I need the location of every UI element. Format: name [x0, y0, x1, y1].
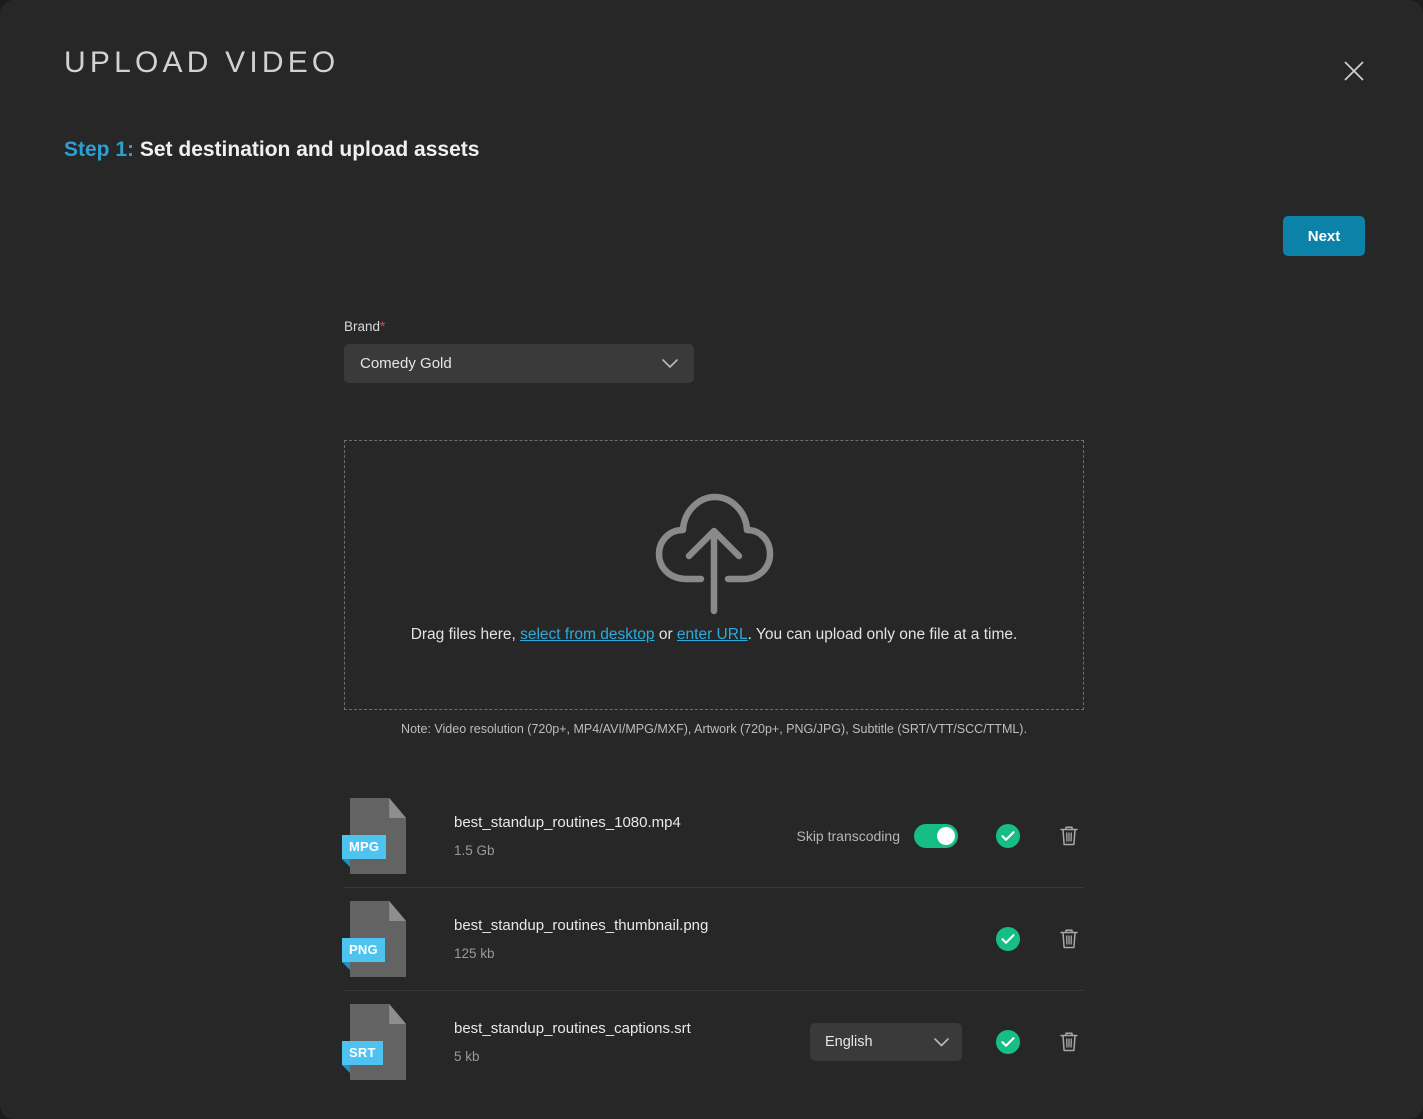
file-format-badge: MPG	[342, 835, 387, 859]
file-size: 5 kb	[454, 1049, 480, 1064]
skip-transcoding-label: Skip transcoding	[796, 828, 900, 844]
file-dropzone[interactable]: Drag files here, select from desktop or …	[344, 440, 1084, 710]
row-controls: Skip transcoding	[796, 824, 1084, 848]
file-format-badge: PNG	[342, 938, 385, 962]
page-title: UPLOAD VIDEO	[64, 46, 340, 79]
step-description: Set destination and upload assets	[139, 138, 480, 161]
dropzone-text-between: or	[654, 626, 677, 643]
close-icon	[1344, 61, 1364, 81]
skip-transcoding-toggle[interactable]	[914, 824, 958, 848]
brand-label: Brand*	[344, 319, 385, 334]
table-row: PNG best_standup_routines_thumbnail.png …	[342, 888, 1084, 991]
delete-file-button[interactable]	[1058, 824, 1080, 848]
trash-icon	[1060, 826, 1078, 846]
dropzone-text-after: . You can upload only one file at a time…	[747, 626, 1018, 643]
check-circle-icon	[1001, 934, 1015, 944]
close-button[interactable]	[1337, 54, 1371, 88]
brand-select[interactable]: Comedy Gold	[344, 344, 694, 383]
document-fold	[389, 901, 406, 921]
file-info: best_standup_routines_thumbnail.png 125 …	[454, 917, 996, 961]
status-badge	[996, 824, 1020, 848]
brand-label-text: Brand	[344, 319, 381, 334]
brand-select-value: Comedy Gold	[360, 355, 452, 372]
status-badge	[996, 1030, 1020, 1054]
delete-file-button[interactable]	[1058, 1030, 1080, 1054]
document-fold	[389, 798, 406, 818]
step-heading: Step 1: Set destination and upload asset…	[64, 136, 479, 164]
delete-file-button[interactable]	[1058, 927, 1080, 951]
row-controls: English	[810, 1023, 1084, 1061]
badge-fold	[342, 1065, 350, 1073]
row-controls	[996, 927, 1084, 951]
upload-video-modal: UPLOAD VIDEO Step 1: Set destination and…	[0, 0, 1423, 1119]
subtitle-language-value: English	[825, 1034, 873, 1050]
toggle-knob	[937, 827, 955, 845]
status-badge	[996, 927, 1020, 951]
check-circle-icon	[1001, 831, 1015, 841]
file-size: 1.5 Gb	[454, 843, 495, 858]
format-note: Note: Video resolution (720p+, MP4/AVI/M…	[401, 722, 1027, 736]
file-name: best_standup_routines_1080.mp4	[454, 814, 681, 831]
file-name: best_standup_routines_captions.srt	[454, 1020, 691, 1037]
badge-fold	[342, 962, 350, 970]
step-label: Step 1:	[64, 138, 135, 161]
file-size: 125 kb	[454, 946, 495, 961]
next-button[interactable]: Next	[1283, 216, 1365, 256]
badge-fold	[342, 859, 350, 867]
required-asterisk: *	[380, 319, 386, 334]
dropzone-instructions: Drag files here, select from desktop or …	[345, 626, 1083, 644]
cloud-upload-icon	[653, 489, 775, 620]
file-type-icon: SRT	[342, 1004, 406, 1080]
dropzone-text-before: Drag files here,	[410, 626, 521, 643]
subtitle-language-select[interactable]: English	[810, 1023, 962, 1061]
chevron-down-icon	[662, 358, 694, 369]
document-fold	[389, 1004, 406, 1024]
file-type-icon: PNG	[342, 901, 406, 977]
file-format-badge: SRT	[342, 1041, 383, 1065]
uploaded-file-list: MPG best_standup_routines_1080.mp4 1.5 G…	[342, 785, 1084, 1093]
chevron-down-icon	[934, 1037, 962, 1047]
trash-icon	[1060, 1032, 1078, 1052]
file-info: best_standup_routines_1080.mp4 1.5 Gb	[454, 814, 796, 858]
file-info: best_standup_routines_captions.srt 5 kb	[454, 1020, 810, 1064]
select-from-desktop-link[interactable]: select from desktop	[520, 626, 654, 643]
table-row: MPG best_standup_routines_1080.mp4 1.5 G…	[342, 785, 1084, 888]
file-name: best_standup_routines_thumbnail.png	[454, 917, 709, 934]
check-circle-icon	[1001, 1037, 1015, 1047]
table-row: SRT best_standup_routines_captions.srt 5…	[342, 991, 1084, 1093]
file-type-icon: MPG	[342, 798, 406, 874]
trash-icon	[1060, 929, 1078, 949]
enter-url-link[interactable]: enter URL	[677, 626, 748, 643]
